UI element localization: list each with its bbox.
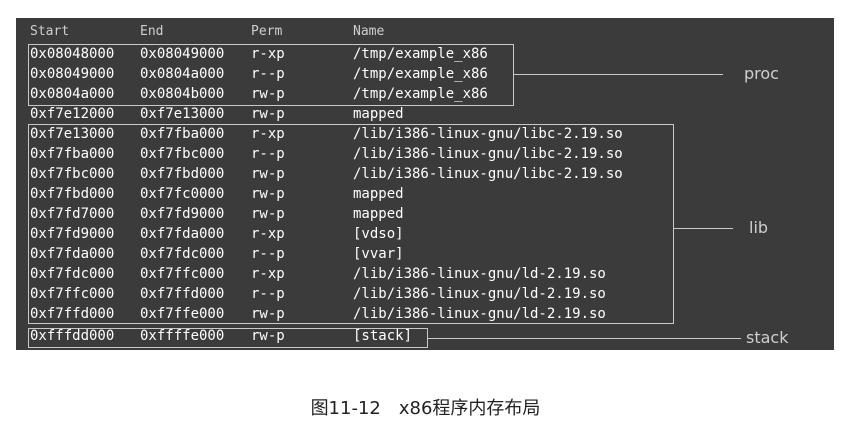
proc-group-box [28,44,514,106]
table-row: 0xf7e12000 0xf7e13000 rw-p mapped [16,104,834,124]
cell-perm: rw-p [251,106,285,122]
group-label-lib: lib [749,218,769,237]
group-label-proc: proc [744,64,779,83]
lib-connector [673,228,733,229]
header-end: End [140,24,164,39]
cell-start: 0xf7e12000 [30,106,115,122]
header-start: Start [30,24,70,39]
cell-name: mapped [353,106,404,122]
stack-group-box [28,328,428,348]
group-label-stack: stack [746,328,789,347]
proc-connector [513,74,723,75]
lib-group-box [28,124,674,324]
cell-end: 0xf7e13000 [140,106,225,122]
terminal-panel: Start End Perm Name 0x08048000 0x0804900… [16,18,834,350]
header-perm: Perm [251,24,283,39]
header-name: Name [353,24,385,39]
figure-caption: 图11-12 x86程序内存布局 [310,398,541,419]
stack-connector [427,338,741,339]
